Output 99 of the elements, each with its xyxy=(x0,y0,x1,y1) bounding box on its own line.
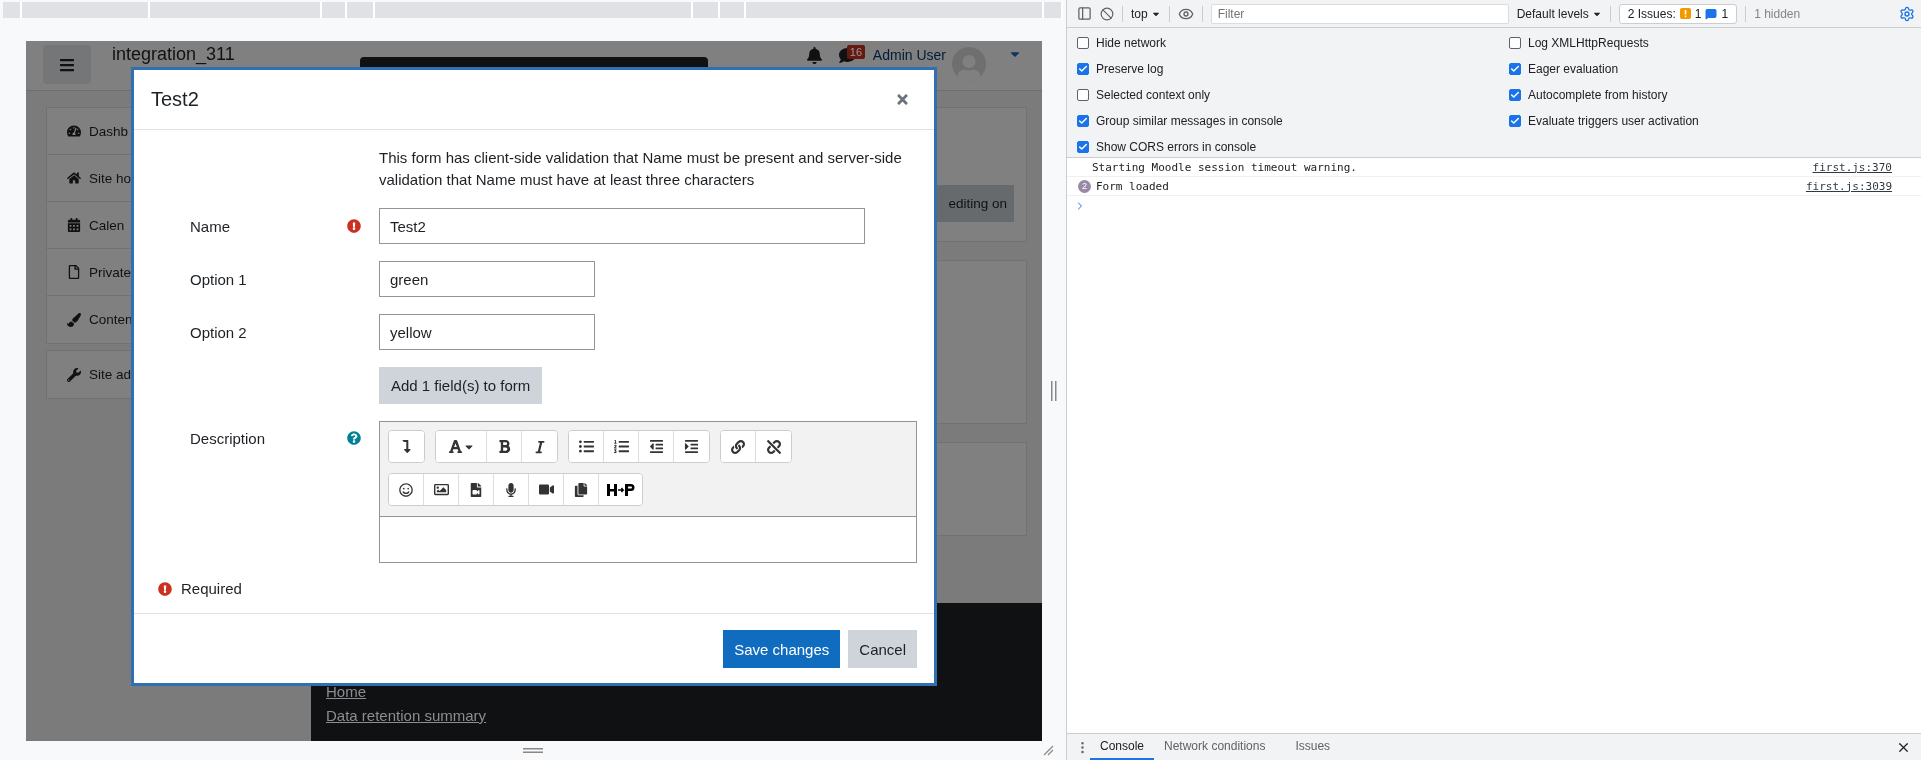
save-button[interactable]: Save changes xyxy=(723,630,841,668)
checkbox[interactable] xyxy=(1509,115,1521,127)
outdent-icon xyxy=(648,439,664,454)
form-description: This form has client-side validation that Name must be present and server-side validation that Name must have at least three characters xyxy=(379,148,903,190)
checkbox[interactable] xyxy=(1077,37,1089,49)
video-camera-icon xyxy=(538,482,554,497)
filter-field[interactable]: Filter xyxy=(1210,3,1509,24)
setting-label: Evaluate triggers user activation xyxy=(1528,114,1699,128)
hidden-count: 1 hidden xyxy=(1754,6,1801,21)
text-field[interactable]: yellow xyxy=(379,314,595,350)
site-name[interactable]: integration_311 xyxy=(112,45,360,63)
setting-label: Hide network xyxy=(1096,36,1167,50)
drawer-tab[interactable]: Console xyxy=(1090,734,1155,760)
bullet-list-button[interactable] xyxy=(569,431,604,462)
bullet-list-icon xyxy=(578,439,594,454)
home-icon xyxy=(67,171,81,185)
notification-count: 16 xyxy=(846,45,866,59)
calendar-icon xyxy=(67,218,81,232)
info-count: 1 xyxy=(1721,6,1729,21)
checkbox[interactable] xyxy=(1509,63,1521,75)
setting-label: Selected context only xyxy=(1096,88,1211,102)
nav-link[interactable]: Dashb xyxy=(89,123,129,139)
drag-handle-icon[interactable] xyxy=(1051,381,1057,401)
font-icon xyxy=(447,439,463,454)
setting-label: Group similar messages in console xyxy=(1096,114,1283,128)
levels-dropdown[interactable]: Default levels xyxy=(1516,6,1602,21)
font-style-button[interactable] xyxy=(436,431,487,462)
brush-icon xyxy=(67,312,81,327)
nav-link[interactable]: Conten xyxy=(89,312,133,327)
settings-icon[interactable] xyxy=(1899,5,1915,22)
warning-icon xyxy=(1679,8,1691,19)
source-link[interactable]: first.js:370 xyxy=(1812,160,1892,174)
text-field[interactable]: Test2 xyxy=(379,208,865,244)
gauge-icon xyxy=(67,124,81,138)
nav-link[interactable]: Site ad xyxy=(89,367,132,382)
setting-label: Eager evaluation xyxy=(1528,62,1619,76)
warning-count: 1 xyxy=(1694,6,1702,21)
field-label: Option 1 xyxy=(190,270,248,288)
checkbox[interactable] xyxy=(1077,115,1089,127)
emoji-button[interactable] xyxy=(389,474,424,505)
logo-icon xyxy=(606,482,635,497)
indent-icon xyxy=(684,439,699,454)
image-icon xyxy=(433,482,449,497)
field-label: Description xyxy=(190,430,267,447)
link-icon xyxy=(731,439,745,454)
collapse-button[interactable] xyxy=(389,431,424,462)
checkbox[interactable] xyxy=(1077,141,1089,153)
context-dropdown[interactable]: top xyxy=(1131,6,1161,21)
footer-link[interactable]: Data retention summary xyxy=(326,704,487,728)
checkbox[interactable] xyxy=(1077,89,1089,101)
text-field[interactable]: green xyxy=(379,261,595,297)
down-arrow-icon xyxy=(400,440,413,453)
drawer-tab[interactable]: Network conditions xyxy=(1154,734,1276,760)
issues-button[interactable]: 2 Issues: 1 1 xyxy=(1618,3,1738,24)
video-file-icon xyxy=(469,482,483,497)
drag-handle-icon[interactable] xyxy=(523,748,543,753)
file-icon xyxy=(67,265,81,279)
bold-icon xyxy=(496,439,512,454)
drawer-tab[interactable]: Issues xyxy=(1285,734,1341,760)
smiley-icon xyxy=(399,482,413,497)
field-label: Option 2 xyxy=(190,323,248,341)
checkbox[interactable] xyxy=(1077,63,1089,75)
bell-icon[interactable] xyxy=(805,47,823,64)
setting-label: Log XMLHttpRequests xyxy=(1528,36,1649,50)
issues-label: 2 Issues: xyxy=(1627,6,1676,21)
close-icon xyxy=(895,92,910,107)
clear-icon[interactable] xyxy=(1100,6,1114,21)
message-icon xyxy=(1705,7,1718,20)
user-name[interactable]: Admin User xyxy=(872,48,946,62)
error-icon xyxy=(158,581,172,596)
checkbox[interactable] xyxy=(1509,89,1521,101)
source-link[interactable]: first.js:3039 xyxy=(1805,179,1892,193)
nav-link[interactable]: Site ho xyxy=(89,170,132,186)
menu-button[interactable] xyxy=(43,45,91,84)
link-button[interactable] xyxy=(721,431,756,462)
sidebar-icon[interactable] xyxy=(1077,6,1092,21)
menu-icon xyxy=(59,56,75,73)
edit-mode-button[interactable]: editing on xyxy=(936,185,1014,222)
setting-label: Autocomplete from history xyxy=(1528,88,1668,102)
nav-link[interactable]: Private xyxy=(89,264,132,280)
repeat-count: 2 xyxy=(1078,179,1091,193)
checkbox[interactable] xyxy=(1509,37,1521,49)
unlink-icon xyxy=(766,439,781,454)
add-fields-button[interactable]: Add 1 field(s) to form xyxy=(379,367,543,404)
numbered-list-icon xyxy=(613,439,629,454)
resize-grip-icon[interactable] xyxy=(1043,745,1054,756)
console-message: Starting Moodle session timeout warning. xyxy=(1092,160,1357,174)
cancel-button[interactable]: Cancel xyxy=(848,630,917,668)
wrench-icon xyxy=(67,367,81,382)
nav-link[interactable]: Calen xyxy=(89,217,125,233)
setting-label: Show CORS errors in console xyxy=(1096,140,1257,154)
setting-label: Preserve log xyxy=(1096,62,1164,76)
field-label: Name xyxy=(190,217,231,235)
copy-icon xyxy=(574,482,588,497)
required-note: Required xyxy=(181,580,242,597)
dialog-title: Test2 xyxy=(151,88,199,111)
microphone-icon xyxy=(504,482,518,497)
help-icon[interactable] xyxy=(347,431,361,445)
console-message: Form loaded xyxy=(1096,179,1169,193)
